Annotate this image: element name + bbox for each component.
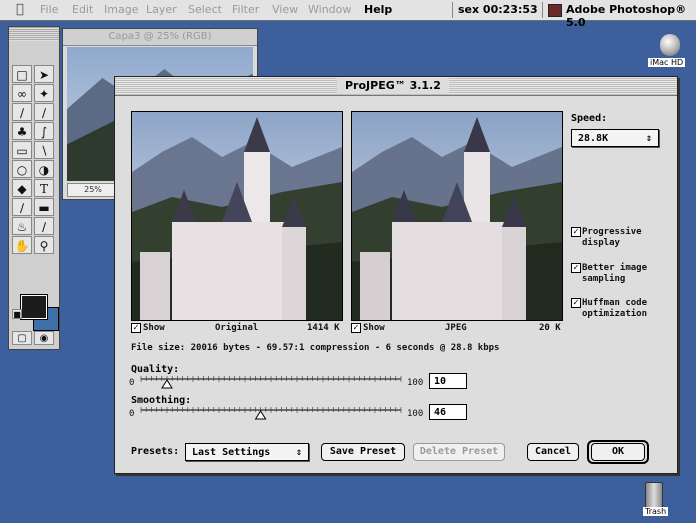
save-preset-button[interactable]: Save Preset [321,443,405,461]
toolbox-palette: □ ➤ ∞ ✦ ∕ ∕ ♣ ∫ ▭ ∖ ○ ◑ ◆ T ∕ ▬ ♨ ∕ ✋ ⚲ … [8,26,60,350]
castle-original-image [132,112,342,320]
original-label: Original [215,323,259,333]
rubber-stamp-tool-icon[interactable]: ♣ [12,122,32,140]
quality-slider[interactable] [137,375,405,389]
progressive-label: Progressive [582,227,642,237]
document-title[interactable]: Capa3 @ 25% (RGB) [63,29,257,46]
eyedropper-tool-icon[interactable]: ∕ [34,217,54,235]
quick-mask-mode-icon[interactable]: ◉ [34,331,54,345]
move-tool-icon[interactable]: ➤ [34,65,54,83]
progressive-checkbox[interactable]: ✓ [571,227,581,237]
type-tool-icon[interactable]: T [34,179,54,197]
better-sampling-label-line2: sampling [582,274,626,284]
quality-min: 0 [129,378,135,388]
presets-popup[interactable]: Last Settings ⇕ [185,443,309,461]
menubar-clock[interactable]: sex 00:23:53 [458,3,538,16]
huffman-label: Huffman code [582,298,648,308]
show-original-label: Show [143,323,165,333]
better-sampling-checkbox[interactable]: ✓ [571,263,581,273]
popup-arrows-icon: ⇕ [645,133,652,144]
menu-separator [452,2,453,18]
slider-thumb[interactable] [161,379,173,389]
lasso-tool-icon[interactable]: ∞ [12,84,32,102]
toolbox-title-bar[interactable] [9,27,59,41]
menu-help[interactable]: Help [364,3,392,16]
zoom-tool-icon[interactable]: ⚲ [34,236,54,254]
speed-label: Speed: [571,113,608,124]
marquee-tool-icon[interactable]: □ [12,65,32,83]
quality-label: Quality: [131,364,180,375]
original-size: 1414 K [307,323,340,333]
airbrush-tool-icon[interactable]: ∕ [12,103,32,121]
menu-layer[interactable]: Layer [146,3,177,16]
smoothing-label: Smoothing: [131,395,192,406]
standard-mode-icon[interactable]: ▢ [12,331,32,345]
hand-tool-icon[interactable]: ✋ [12,236,32,254]
progressive-label-line2: display [582,238,620,248]
paint-bucket-tool-icon[interactable]: ♨ [12,217,32,235]
original-preview[interactable] [131,111,343,321]
menu-file[interactable]: File [40,3,58,16]
dialog-title-bar[interactable]: ProJPEG™ 3.1.2 [115,77,677,96]
quality-max: 100 [407,378,424,388]
speed-value: 28.8K [578,133,609,144]
cancel-button[interactable]: Cancel [527,443,579,461]
blur-tool-icon[interactable]: ○ [12,160,32,178]
better-sampling-label: Better image [582,263,648,273]
pencil-tool-icon[interactable]: ∖ [34,141,54,159]
ok-button[interactable]: OK [591,443,645,461]
smoothing-slider[interactable] [137,406,405,420]
paintbrush-tool-icon[interactable]: ∕ [34,103,54,121]
foreground-color-swatch[interactable] [20,294,48,320]
presets-label: Presets: [131,446,180,457]
menu-separator [542,2,543,18]
huffman-label-line2: optimization [582,309,648,319]
smoothing-field[interactable]: 46 [429,404,467,420]
gradient-tool-icon[interactable]: ▬ [34,198,54,216]
popup-arrows-icon: ⇕ [295,447,302,458]
jpeg-preview[interactable] [351,111,563,321]
photoshop-app-icon[interactable] [548,4,562,17]
dodge-tool-icon[interactable]: ◑ [34,160,54,178]
dialog-title: ProJPEG™ 3.1.2 [337,78,449,94]
castle-jpeg-image [352,112,562,320]
show-original-checkbox[interactable]: ✓ [131,323,141,333]
default-colors-icon[interactable]: ■ [12,309,22,319]
jpeg-size: 20 K [539,323,561,333]
document-zoom-field[interactable]: 25% [67,183,119,197]
quality-field[interactable]: 10 [429,373,467,389]
menu-window[interactable]: Window [308,3,351,16]
hard-disk-label[interactable]: iMac HD [648,58,686,67]
measure-tool-icon[interactable]: ∕ [12,198,32,216]
show-jpeg-label: Show [363,323,385,333]
menu-filter[interactable]: Filter [232,3,259,16]
presets-value: Last Settings [192,447,271,458]
smoothing-max: 100 [407,409,424,419]
hard-disk-icon[interactable] [660,34,680,56]
delete-preset-button[interactable]: Delete Preset [413,443,505,461]
jpeg-label: JPEG [445,323,467,333]
history-brush-tool-icon[interactable]: ∫ [34,122,54,140]
huffman-checkbox[interactable]: ✓ [571,298,581,308]
speed-popup[interactable]: 28.8K ⇕ [571,129,659,147]
menu-bar:  File Edit Image Layer Select Filter Vi… [0,0,696,29]
projpeg-dialog: ProJPEG™ 3.1.2 ✓ Show Original 1414 K ✓ … [114,76,678,474]
menu-image[interactable]: Image [104,3,138,16]
file-size-info: File size: 20016 bytes - 69.57:1 compres… [131,343,500,353]
eraser-tool-icon[interactable]: ▭ [12,141,32,159]
pen-tool-icon[interactable]: ◆ [12,179,32,197]
slider-thumb[interactable] [254,410,267,420]
menu-select[interactable]: Select [188,3,222,16]
magic-wand-tool-icon[interactable]: ✦ [34,84,54,102]
menu-edit[interactable]: Edit [72,3,93,16]
trash-label[interactable]: Trash [643,507,669,516]
smoothing-min: 0 [129,409,135,419]
trash-icon[interactable] [645,482,663,508]
show-jpeg-checkbox[interactable]: ✓ [351,323,361,333]
apple-menu-icon[interactable]:  [16,2,24,17]
application-menu[interactable]: Adobe Photoshop® 5.0 [566,3,696,29]
menu-view[interactable]: View [272,3,298,16]
